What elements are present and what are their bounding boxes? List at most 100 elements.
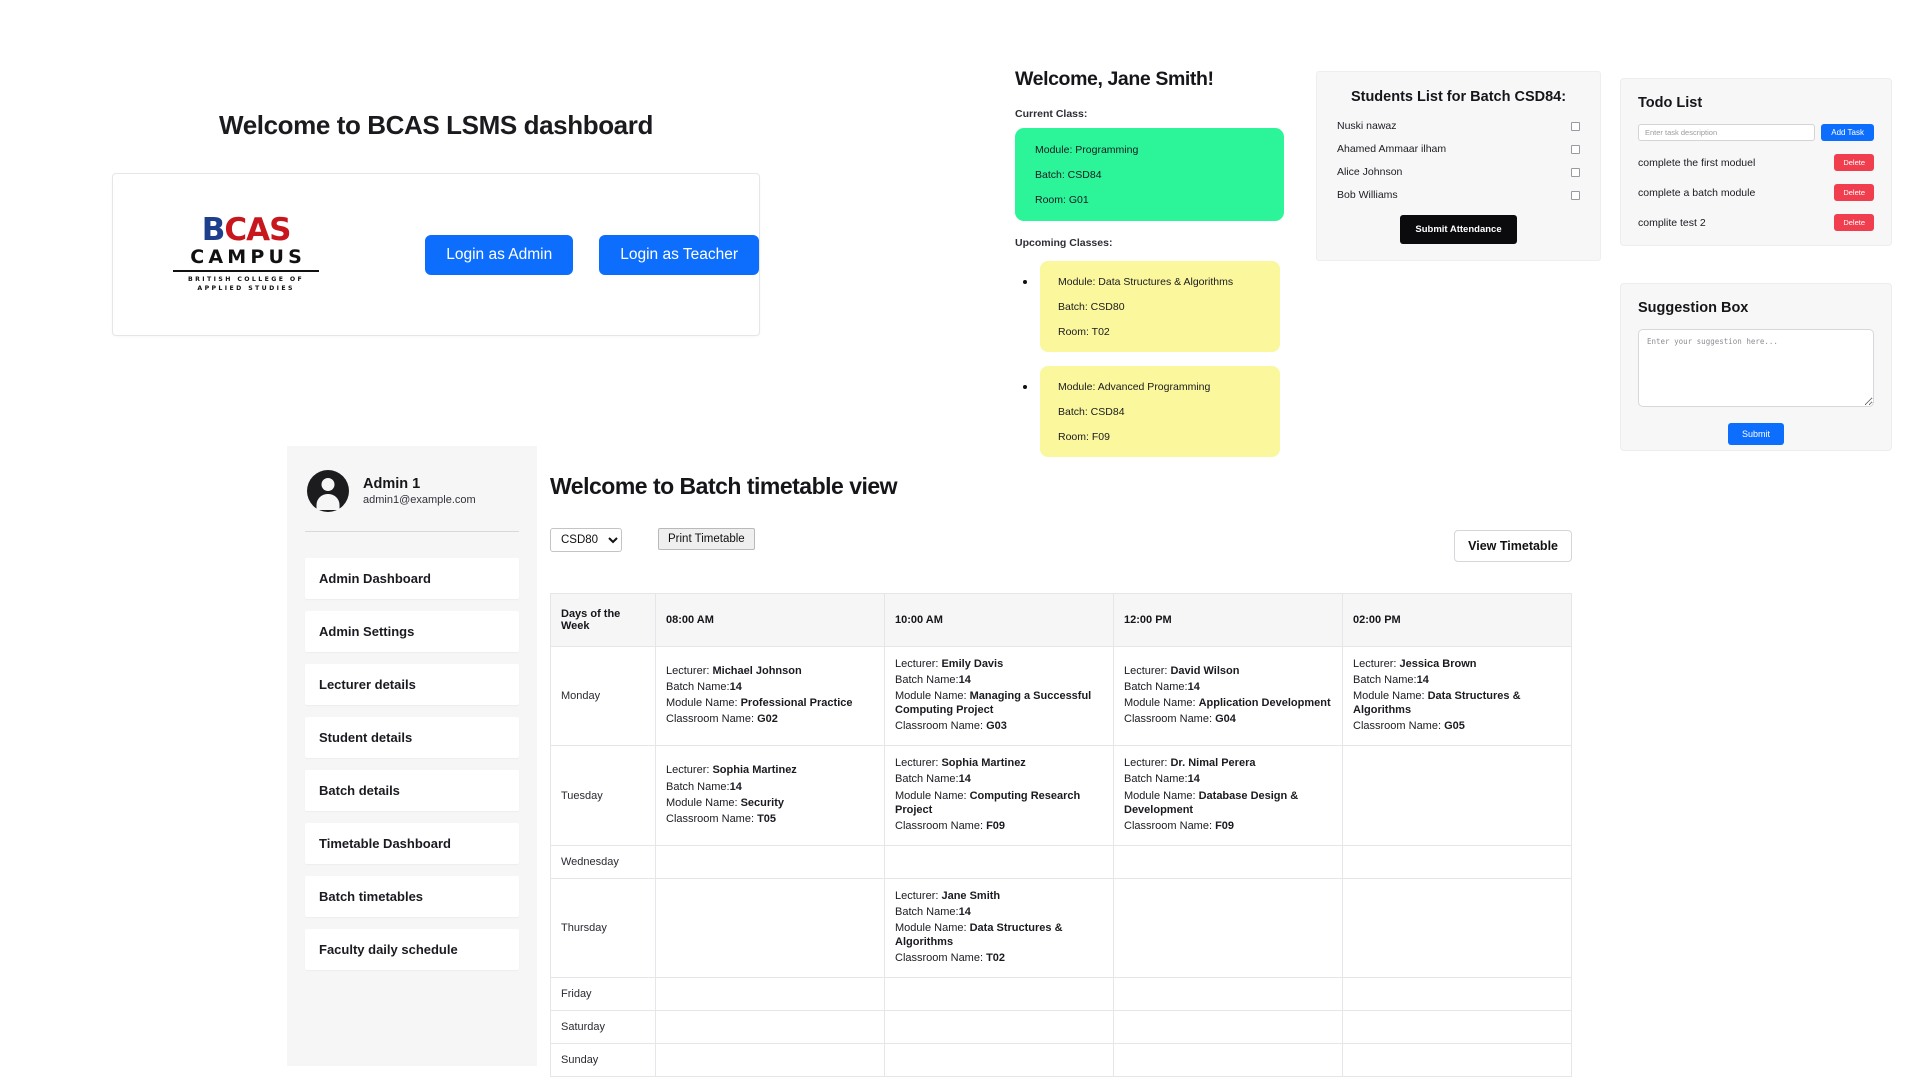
attendance-checkbox[interactable] (1571, 121, 1580, 131)
timetable-header-row: Days of the Week 08:00 AM 10:00 AM 12:00 PM… (550, 593, 1572, 647)
timetable-slot-cell (1113, 1010, 1343, 1045)
batch-select[interactable]: CSD80CSD84 (550, 528, 622, 552)
todo-item-label: complete the first moduel (1638, 156, 1756, 169)
print-timetable-button[interactable]: Print Timetable (658, 528, 755, 550)
login-as-admin-button[interactable]: Login as Admin (425, 234, 574, 275)
login-card: BCAS CAMPUS BRITISH COLLEGE OF APPLIED S… (112, 173, 760, 336)
slot-module: Module Name: Application Development (1124, 697, 1331, 710)
suggestion-submit-button[interactable]: Submit (1727, 423, 1784, 445)
timetable-column-header: 02:00 PM (1342, 593, 1572, 647)
upcoming-class-batch: Batch: CSD80 (1058, 301, 1125, 313)
timetable-body: Monday Lecturer: Michael Johnson Batch Nam… (550, 645, 1572, 1078)
slot-lecturer: Lecturer: Sophia Martinez (895, 757, 1026, 770)
timetable-column-header: Days of the Week (550, 593, 656, 647)
timetable-slot-cell (884, 844, 1114, 879)
logo-campus-text: CAMPUS (190, 246, 306, 269)
logo-letter-b: B (201, 212, 226, 249)
slot-lecturer: Lecturer: David Wilson (1124, 665, 1240, 678)
submit-attendance-wrap: Submit Attendance (1337, 215, 1580, 244)
timetable-slot-cell (884, 977, 1114, 1012)
timetable-slot-cell (655, 877, 885, 979)
sidebar-item-student-details[interactable]: Student details (305, 717, 519, 758)
timetable-slot-cell: Lecturer: Michael Johnson Batch Name:14 Mo… (655, 645, 885, 747)
timetable-row: Monday Lecturer: Michael Johnson Batch Nam… (550, 645, 1572, 747)
upcoming-class-item: Module: Advanced Programming Batch: CSD84… (1037, 366, 1287, 457)
sidebar-item-faculty-daily-schedule[interactable]: Faculty daily schedule (305, 929, 519, 970)
upcoming-class-room: Room: T02 (1058, 326, 1110, 338)
slot-lecturer: Lecturer: Emily Davis (895, 658, 1004, 670)
slot-lecturer: Lecturer: Jane Smith (895, 889, 1001, 902)
sidebar-item-batch-details[interactable]: Batch details (305, 770, 519, 811)
login-buttons: Login as Admin Login as Teacher (425, 234, 759, 275)
add-task-button[interactable]: Add Task (1821, 124, 1874, 141)
slot-module: Module Name: Computing Research Project (895, 789, 1081, 816)
sidebar-item-batch-timetables[interactable]: Batch timetables (305, 876, 519, 917)
slot-classroom: Classroom Name: F09 (1124, 819, 1235, 832)
sidebar-item-admin-settings[interactable]: Admin Settings (305, 611, 519, 652)
timetable-slot-cell (655, 844, 885, 879)
delete-task-button[interactable]: Delete (1834, 214, 1874, 231)
students-list-title: Students List for Batch CSD84: (1350, 89, 1567, 105)
attendance-checkbox[interactable] (1571, 190, 1580, 200)
landing-section: Welcome to BCAS LSMS dashboard BCAS CAMP… (112, 110, 760, 336)
slot-batch: Batch Name:14 (895, 905, 971, 918)
timetable-slot-cell (884, 1043, 1114, 1078)
slot-batch: Batch Name:14 (895, 674, 971, 687)
slot-classroom: Classroom Name: G02 (666, 713, 778, 726)
timetable-slot-cell (1342, 745, 1572, 846)
todo-list-panel: Todo List Add Task complete the first mo… (1620, 78, 1892, 246)
teacher-greeting: Welcome, Jane Smith! (1015, 68, 1214, 90)
slot-lecturer: Lecturer: Jessica Brown (1353, 658, 1477, 670)
student-row: Bob Williams (1337, 189, 1580, 201)
sidebar-item-admin-dashboard[interactable]: Admin Dashboard (305, 558, 519, 599)
todo-item: complete a batch module Delete (1638, 184, 1874, 201)
todo-task-input[interactable] (1638, 124, 1816, 141)
timetable-slot-cell (1113, 1043, 1343, 1078)
suggestion-textarea[interactable] (1638, 329, 1874, 407)
logo-subtitle-line2: APPLIED STUDIES (197, 285, 295, 293)
timetable-main: Welcome to Batch timetable view CSD80CSD… (550, 473, 1572, 1078)
timetable-slot-cell: Lecturer: Sophia Martinez Batch Name:14 Mo… (655, 745, 885, 846)
suggestion-box-title: Suggestion Box (1638, 300, 1749, 316)
sidebar-profile: Admin 1 admin1@example.com (287, 446, 537, 512)
timetable-row: Sunday (550, 1043, 1572, 1078)
logo-divider (173, 270, 320, 272)
profile-text: Admin 1 admin1@example.com (363, 476, 476, 506)
current-class-card: Module: Programming Batch: CSD84 Room: G… (1015, 128, 1284, 221)
timetable-slot-cell (1342, 977, 1572, 1012)
submit-attendance-button[interactable]: Submit Attendance (1400, 215, 1517, 244)
page-title: Welcome to BCAS LSMS dashboard (219, 110, 653, 140)
timetable-row: Thursday Lecturer: Jane Smith Batch Name:1… (550, 877, 1572, 979)
timetable-day-cell: Thursday (550, 877, 656, 979)
sidebar-items: Admin Dashboard Admin Settings Lecturer de… (287, 558, 537, 970)
timetable-slot-cell (1342, 844, 1572, 879)
current-class-room: Room: G01 (1035, 194, 1089, 206)
slot-batch: Batch Name:14 (666, 780, 742, 793)
timetable-slot-cell (1342, 877, 1572, 979)
slot-batch: Batch Name:14 (895, 773, 971, 786)
page-root: Welcome to BCAS LSMS dashboard BCAS CAMP… (0, 0, 1920, 1080)
timetable-slot-cell: Lecturer: Emily Davis Batch Name:14 Module… (884, 645, 1114, 747)
timetable-column-header: 12:00 PM (1113, 593, 1343, 647)
profile-name: Admin 1 (363, 476, 421, 492)
suggestion-submit-wrap: Submit (1638, 423, 1874, 445)
timetable-slot-cell: Lecturer: Jane Smith Batch Name:14 Module … (884, 877, 1114, 979)
upcoming-classes-label: Upcoming Classes: (1015, 237, 1113, 249)
sidebar-item-timetable-dashboard[interactable]: Timetable Dashboard (305, 823, 519, 864)
timetable-row: Saturday (550, 1010, 1572, 1045)
upcoming-class-module: Module: Advanced Programming (1058, 381, 1211, 393)
student-row: Alice Johnson (1337, 166, 1580, 178)
view-timetable-button[interactable]: View Timetable (1454, 530, 1572, 562)
avatar-icon (307, 470, 349, 512)
slot-classroom: Classroom Name: G03 (895, 720, 1007, 733)
attendance-checkbox[interactable] (1571, 167, 1580, 177)
attendance-checkbox[interactable] (1571, 144, 1580, 154)
sidebar-item-lecturer-details[interactable]: Lecturer details (305, 664, 519, 705)
student-row: Nuski nawaz (1337, 120, 1580, 132)
todo-item: complite test 2 Delete (1638, 214, 1874, 231)
login-as-teacher-button[interactable]: Login as Teacher (599, 234, 759, 275)
delete-task-button[interactable]: Delete (1834, 154, 1874, 171)
timetable-row: Tuesday Lecturer: Sophia Martinez Batch Na… (550, 745, 1572, 846)
delete-task-button[interactable]: Delete (1834, 184, 1874, 201)
upcoming-class-card: Module: Advanced Programming Batch: CSD84… (1040, 366, 1280, 457)
